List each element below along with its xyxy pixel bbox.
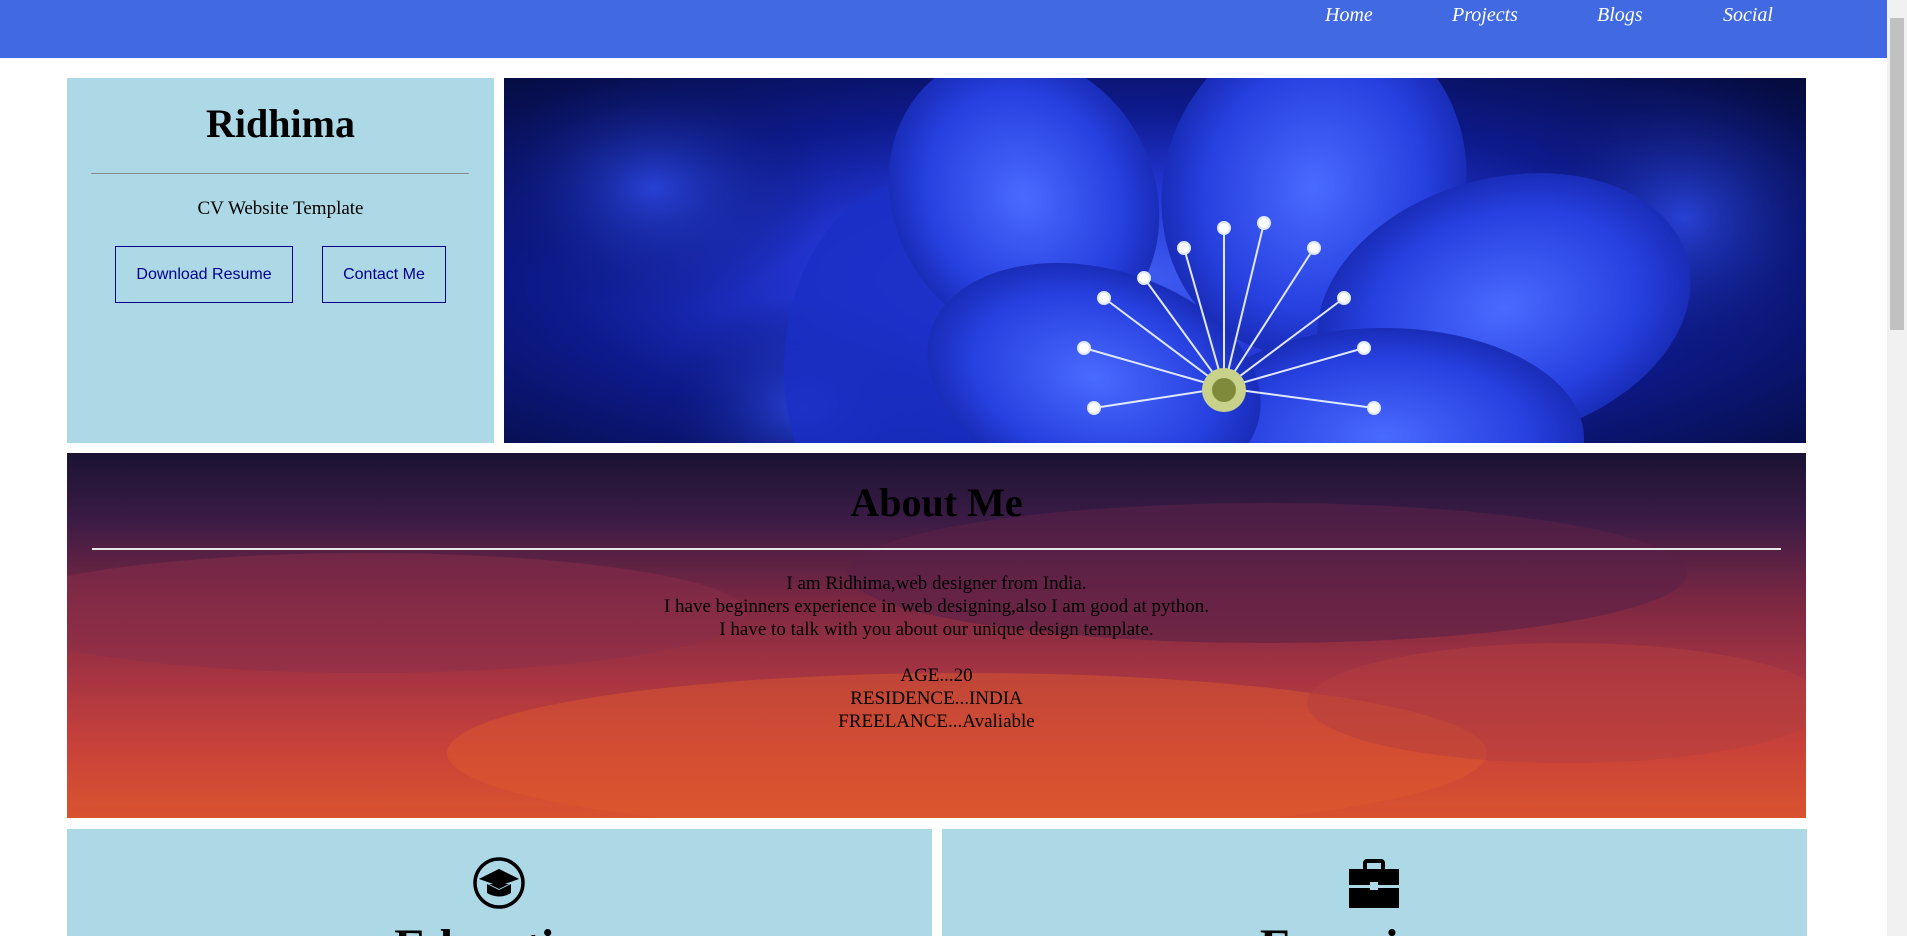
nav-link-projects[interactable]: Projects	[1452, 4, 1518, 27]
about-line: I am Ridhima,web designer from India.	[786, 573, 1087, 594]
experience-title: Experience	[942, 919, 1807, 936]
nav-link-home[interactable]: Home	[1325, 4, 1373, 27]
hero-flower-image	[504, 78, 1806, 443]
graduation-cap-icon	[473, 857, 525, 909]
education-card: Education	[67, 829, 932, 936]
about-description: I am Ridhima,web designer from India. I …	[67, 572, 1806, 641]
about-facts: AGE...20 RESIDENCE...INDIA FREELANCE...A…	[67, 664, 1806, 733]
briefcase-icon	[1349, 859, 1399, 908]
about-me-section: About Me I am Ridhima,web designer from …	[67, 453, 1806, 818]
about-divider	[92, 548, 1781, 550]
about-line: I have beginners experience in web desig…	[663, 596, 1210, 617]
profile-card: Ridhima CV Website Template Download Res…	[67, 78, 494, 443]
nav-link-blogs[interactable]: Blogs	[1597, 4, 1643, 27]
profile-name: Ridhima	[206, 101, 355, 146]
nav-link-social[interactable]: Social	[1723, 4, 1773, 27]
blue-flower-illustration	[504, 78, 1806, 443]
scrollbar-thumb[interactable]	[1890, 18, 1904, 330]
fact-age: AGE...20	[900, 665, 973, 686]
education-title: Education	[67, 919, 932, 936]
experience-card: Experience	[942, 829, 1807, 936]
page-scrollbar[interactable]	[1887, 0, 1907, 936]
profile-divider	[91, 173, 469, 174]
profile-subtitle: CV Website Template	[197, 198, 364, 219]
fact-residence: RESIDENCE...INDIA	[850, 688, 1023, 709]
about-line: I have to talk with you about our unique…	[719, 619, 1154, 640]
contact-me-button[interactable]: Contact Me	[322, 246, 446, 303]
about-title: About Me	[850, 480, 1023, 525]
top-navbar: Home Projects Blogs Social	[0, 0, 1887, 58]
download-resume-button[interactable]: Download Resume	[115, 246, 293, 303]
fact-freelance: FREELANCE...Avaliable	[838, 711, 1035, 732]
